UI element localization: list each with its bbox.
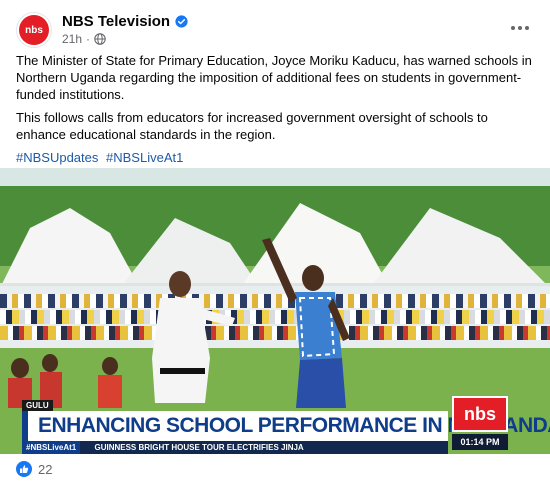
ellipsis-icon <box>511 26 529 30</box>
globe-icon[interactable] <box>94 33 106 45</box>
ticker-tag: #NBSLiveAt1 <box>22 441 81 454</box>
nbs-logo-icon: nbs <box>19 15 49 45</box>
ticker-text: GUINNESS BRIGHT HOUSE TOUR ELECTRIFIES J… <box>94 443 304 452</box>
channel-logo: nbs <box>452 396 508 432</box>
post-card: nbs NBS Television 21h · The Minister of… <box>0 0 550 486</box>
hashtag-link[interactable]: #NBSLiveAt1 <box>106 150 183 165</box>
post-paragraph: The Minister of State for Primary Educat… <box>16 53 532 102</box>
post-paragraph: This follows calls from educators for in… <box>16 110 488 142</box>
headline-banner: ENHANCING SCHOOL PERFORMANCE IN N. UGAND… <box>22 411 550 441</box>
video-people <box>8 238 350 408</box>
verified-badge-icon <box>175 14 188 28</box>
post-header: nbs NBS Television 21h · <box>16 12 534 48</box>
post-meta: 21h · <box>62 31 106 47</box>
broadcast-clock: 01:14 PM <box>452 434 508 450</box>
like-reaction-icon <box>16 461 32 477</box>
reaction-count: 22 <box>38 461 53 477</box>
page-name-link[interactable]: NBS Television <box>62 13 170 30</box>
page-avatar[interactable]: nbs <box>16 12 52 48</box>
news-ticker: #NBSLiveAt1 GUINNESS BRIGHT HOUSE TOUR E… <box>22 441 448 454</box>
post-timestamp[interactable]: 21h <box>62 32 82 46</box>
thumbs-up-icon <box>20 465 29 473</box>
more-options-button[interactable] <box>506 18 534 38</box>
author-row: NBS Television <box>62 12 188 30</box>
hashtag-row: #NBSUpdates #NBSLiveAt1 <box>16 149 534 166</box>
video-thumbnail[interactable]: GULU ENHANCING SCHOOL PERFORMANCE IN N. … <box>0 168 550 454</box>
post-body: The Minister of State for Primary Educat… <box>16 52 534 172</box>
reactions-summary[interactable]: 22 <box>16 458 52 480</box>
hashtag-link[interactable]: #NBSUpdates <box>16 150 98 165</box>
meta-separator: · <box>86 32 91 46</box>
